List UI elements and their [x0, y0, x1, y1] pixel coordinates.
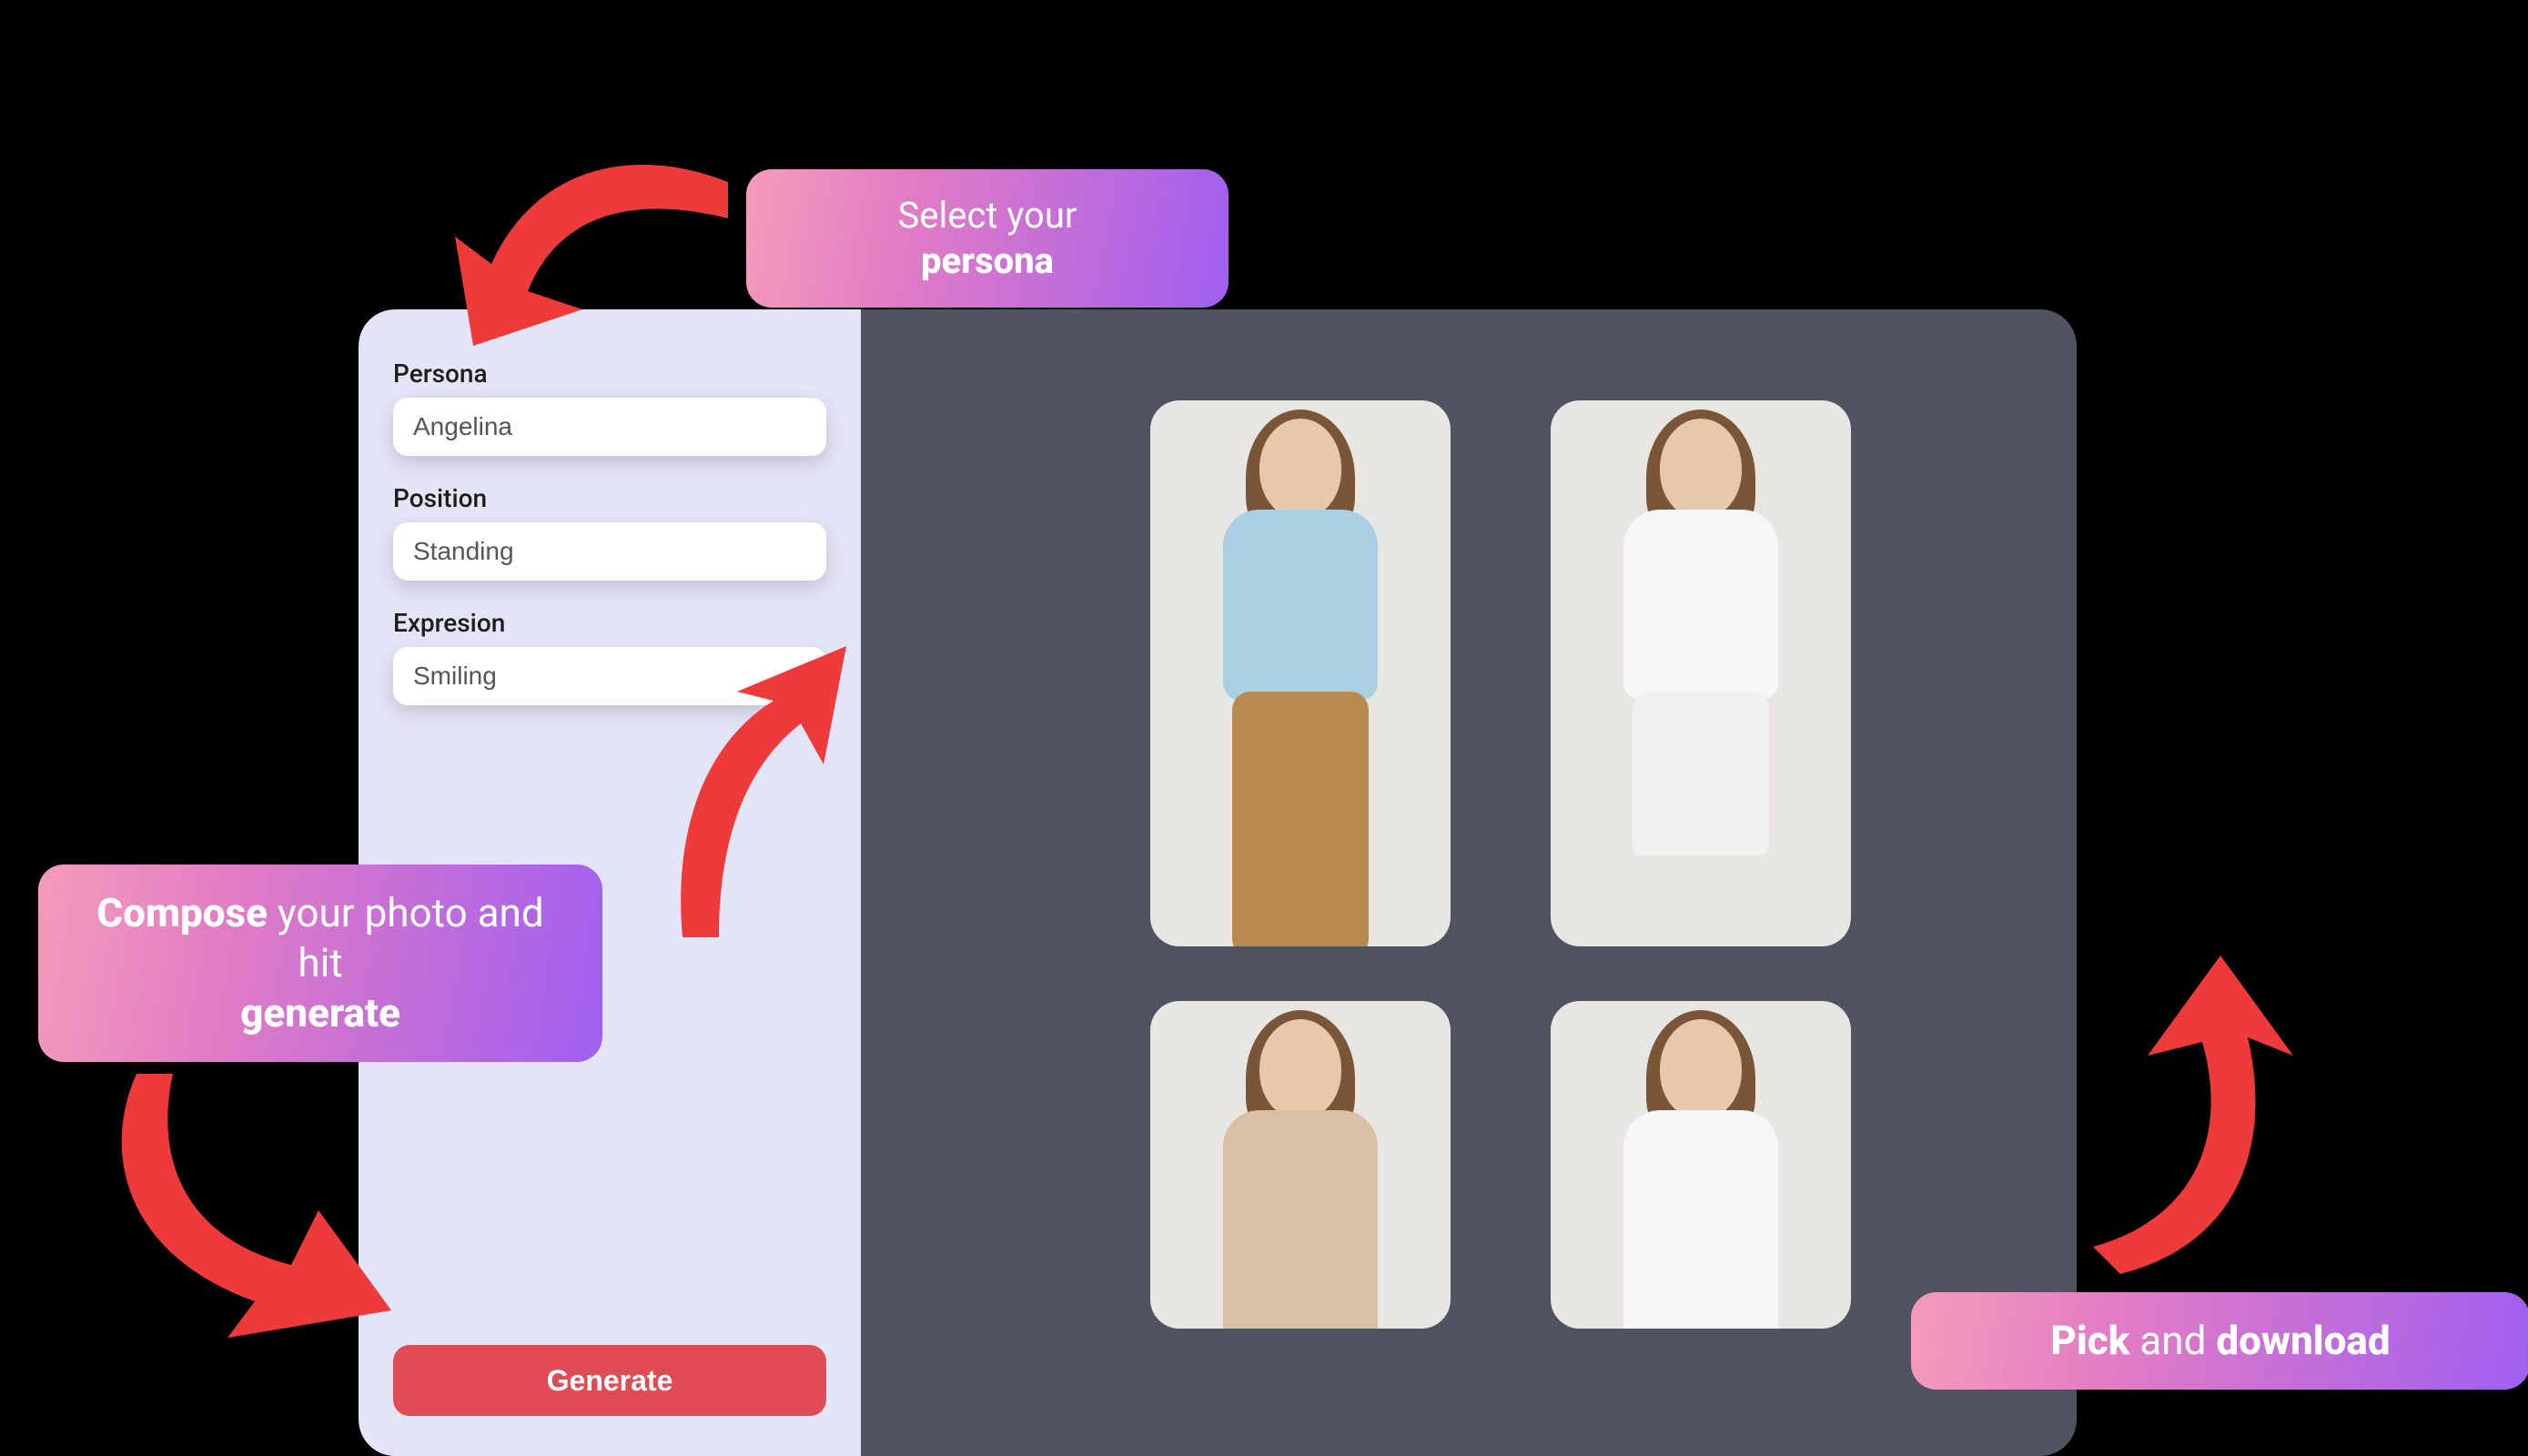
- callout-text-bold: Pick: [2050, 1317, 2129, 1364]
- arrow-icon: [2066, 956, 2302, 1283]
- arrow-icon: [428, 136, 737, 373]
- app-window: Persona Position Expresion Generate: [359, 309, 2077, 1456]
- callout-pick-download: Pick and download: [1911, 1292, 2528, 1390]
- callout-text: and: [2129, 1317, 2216, 1364]
- field-persona: Persona: [393, 359, 826, 456]
- result-thumbnail[interactable]: [1150, 1001, 1451, 1329]
- position-label: Position: [393, 483, 826, 513]
- callout-text: Select your: [898, 194, 1077, 237]
- callout-text-bold: Compose: [96, 889, 268, 936]
- callout-text-bold: download: [2216, 1317, 2390, 1364]
- arrow-icon: [664, 637, 865, 946]
- gallery: [861, 309, 2077, 1456]
- arrow-icon: [100, 1065, 410, 1338]
- result-thumbnail[interactable]: [1551, 400, 1851, 946]
- expression-label: Expresion: [393, 608, 826, 638]
- result-thumbnail[interactable]: [1150, 400, 1451, 946]
- position-input[interactable]: [393, 522, 826, 581]
- field-position: Position: [393, 483, 826, 581]
- generate-button[interactable]: Generate: [393, 1345, 826, 1416]
- callout-compose: Compose your photo and hit generate: [38, 864, 602, 1062]
- callout-text-bold: persona: [921, 239, 1054, 282]
- callout-text-bold: generate: [240, 989, 400, 1036]
- persona-input[interactable]: [393, 398, 826, 456]
- callout-text: your photo and hit: [268, 889, 544, 986]
- result-thumbnail[interactable]: [1551, 1001, 1851, 1329]
- callout-select-persona: Select your persona: [746, 169, 1229, 308]
